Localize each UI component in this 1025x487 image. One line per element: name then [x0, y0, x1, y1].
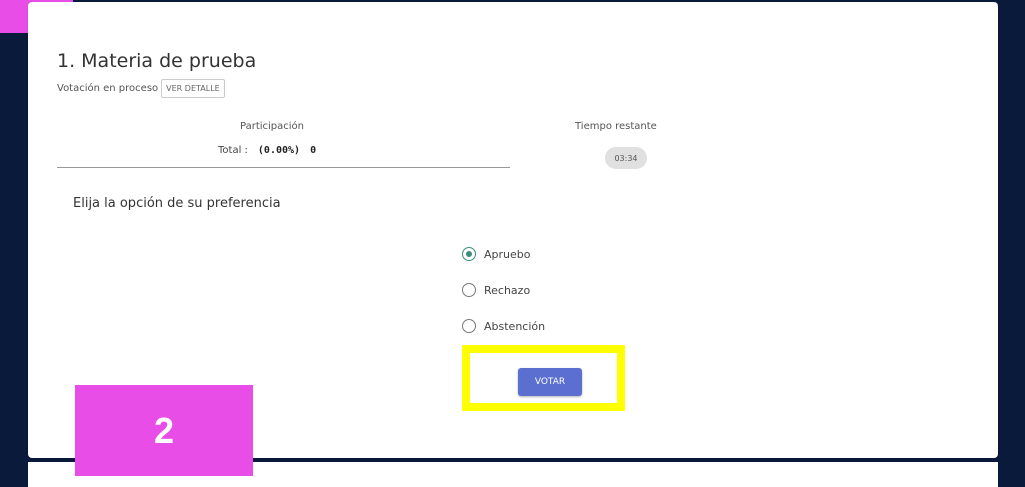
radio-selected-dot	[466, 251, 472, 257]
view-detail-button[interactable]: VER DETALLE	[161, 79, 225, 98]
participation-label: Participación	[240, 121, 305, 132]
radio-rechazo[interactable]	[462, 283, 476, 297]
ballot-prompt: Elija la opción de su preferencia	[73, 196, 281, 211]
option-apruebo[interactable]: Apruebo	[454, 237, 544, 271]
status-text: Votación en proceso	[57, 83, 159, 94]
time-remaining-chip: 03:34	[605, 147, 647, 169]
option-rechazo[interactable]: Rechazo	[462, 283, 530, 297]
radio-apruebo[interactable]	[462, 247, 476, 261]
option-label-apruebo: Apruebo	[484, 247, 531, 261]
total-percent: (0.00%)	[257, 145, 301, 156]
radio-abstencion[interactable]	[462, 319, 476, 333]
status-row: Votación en proceso VER DETALLE	[57, 79, 225, 98]
participation-total: Total : (0.00%) 0	[218, 145, 316, 156]
participation-divider	[57, 167, 510, 168]
total-label: Total :	[218, 145, 248, 156]
item-title: 1. Materia de prueba	[57, 50, 257, 72]
step-number-badge: 2	[75, 385, 253, 476]
option-abstencion[interactable]: Abstención	[462, 319, 545, 333]
option-label-rechazo: Rechazo	[484, 283, 531, 297]
time-remaining-label: Tiempo restante	[575, 121, 657, 132]
total-count: 0	[310, 145, 317, 156]
vote-button[interactable]: VOTAR	[518, 368, 582, 396]
option-label-abstencion: Abstención	[484, 319, 546, 333]
